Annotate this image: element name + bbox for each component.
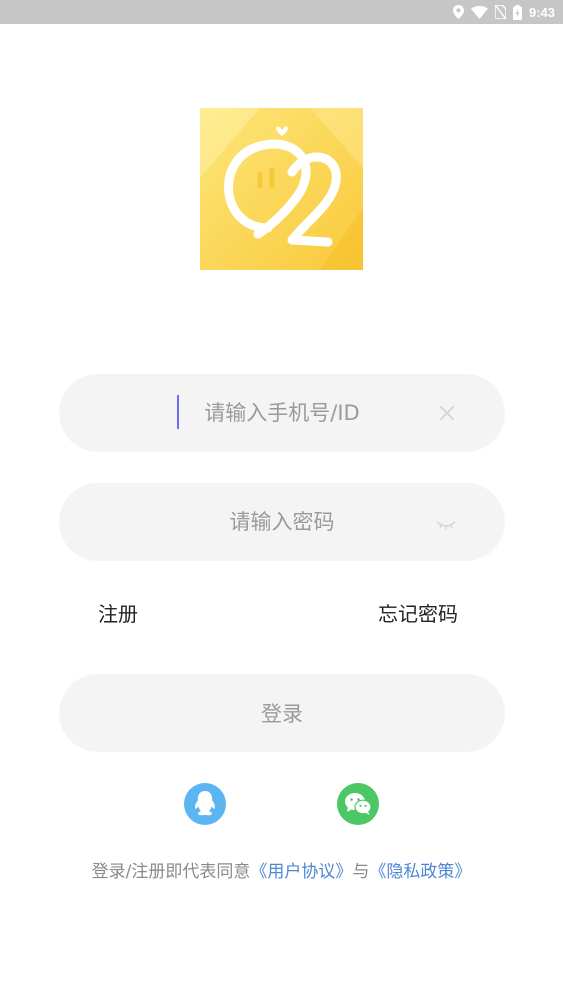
wechat-icon (345, 793, 372, 815)
battery-icon (512, 4, 522, 20)
text-caret (177, 395, 179, 429)
clear-icon[interactable] (437, 403, 457, 423)
location-icon (452, 5, 464, 19)
password-field[interactable] (59, 483, 505, 561)
user-agreement-link[interactable]: 《用户协议》 (250, 862, 352, 882)
agreement-conjunction: 与 (352, 862, 370, 882)
qq-login-button[interactable] (184, 783, 226, 825)
status-bar: 9:43 (0, 0, 563, 24)
password-input[interactable] (132, 510, 432, 534)
app-logo (200, 108, 363, 270)
phone-field[interactable] (59, 374, 505, 452)
agreement-prefix: 登录/注册即代表同意 (91, 862, 251, 882)
login-button[interactable]: 登录 (59, 674, 505, 752)
forgot-password-link[interactable]: 忘记密码 (378, 598, 458, 627)
register-link[interactable]: 注册 (98, 598, 138, 627)
qq-icon (195, 791, 215, 816)
wechat-login-button[interactable] (337, 783, 379, 825)
privacy-policy-link[interactable]: 《隐私政策》 (369, 862, 471, 882)
no-sim-icon (494, 5, 506, 19)
app-logo-icon (200, 108, 363, 270)
status-time: 9:43 (528, 4, 555, 20)
agreement-text: 登录/注册即代表同意《用户协议》与《隐私政策》 (0, 857, 563, 882)
eye-closed-icon[interactable] (435, 516, 457, 530)
wifi-icon (470, 5, 488, 19)
